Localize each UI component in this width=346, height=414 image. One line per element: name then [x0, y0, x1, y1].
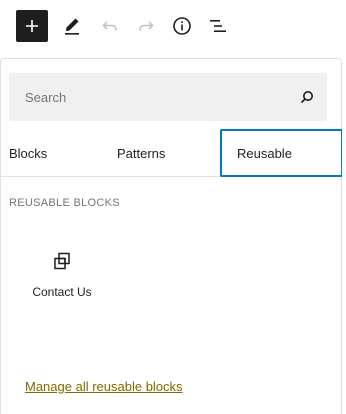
manage-reusable-blocks-link[interactable]: Manage all reusable blocks [25, 379, 183, 394]
undo-button[interactable] [94, 10, 126, 42]
pencil-icon [65, 18, 79, 35]
inserter-toggle-button[interactable] [16, 10, 48, 42]
block-inserter-panel: Blocks Patterns Reusable REUSABLE BLOCKS… [0, 58, 343, 414]
reusable-block-item[interactable]: Contact Us [25, 249, 99, 311]
plus-icon [26, 20, 38, 32]
redo-button[interactable] [130, 10, 162, 42]
details-button[interactable] [166, 10, 198, 42]
inserter-tabs: Blocks Patterns Reusable [1, 129, 343, 177]
info-icon [173, 17, 191, 35]
search-box [9, 73, 327, 121]
panel-edge [342, 58, 346, 414]
tab-patterns[interactable]: Patterns [117, 129, 165, 177]
list-view-button[interactable] [202, 10, 234, 42]
section-title: REUSABLE BLOCKS [9, 197, 120, 209]
block-label: Contact Us [32, 285, 92, 299]
tab-reusable[interactable]: Reusable [220, 129, 343, 177]
list-view-icon [210, 20, 226, 32]
editor-toolbar [0, 0, 346, 52]
tools-button[interactable] [56, 10, 88, 42]
reusable-block-icon [53, 249, 71, 273]
search-icon[interactable] [287, 89, 327, 105]
tab-blocks[interactable]: Blocks [9, 129, 47, 177]
undo-icon [102, 21, 117, 31]
redo-icon [139, 21, 154, 31]
search-input[interactable] [9, 73, 287, 121]
